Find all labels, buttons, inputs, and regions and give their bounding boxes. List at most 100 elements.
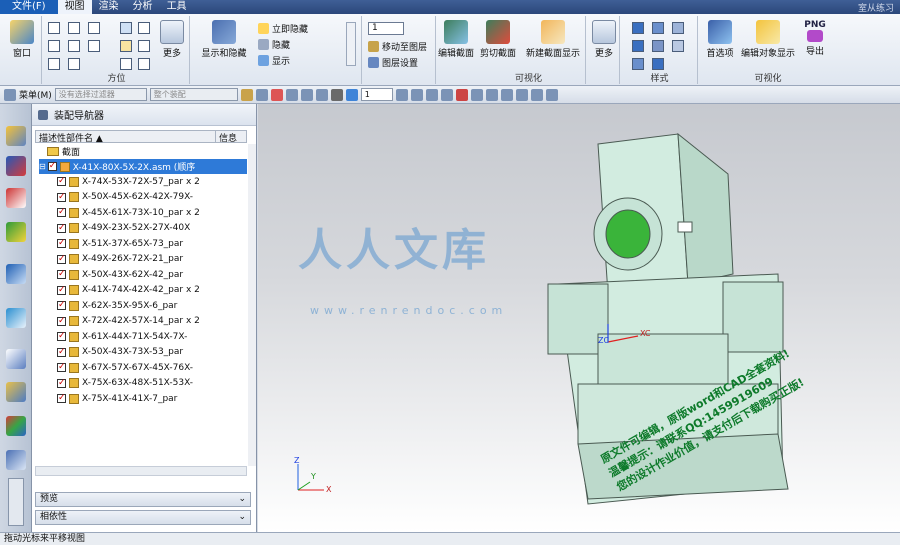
work-layer-icon[interactable] bbox=[500, 88, 513, 101]
shaded-icon[interactable] bbox=[632, 22, 644, 34]
graphics-viewport[interactable]: XC ZC X Y Z 人人文库 www.renrendoc.com 原文件可编… bbox=[258, 104, 900, 532]
part-checkbox[interactable]: ✓ bbox=[57, 254, 66, 264]
view-top-icon[interactable] bbox=[68, 22, 80, 34]
face-analysis-icon[interactable] bbox=[672, 40, 684, 52]
hide-item[interactable]: 隐藏 bbox=[258, 38, 290, 51]
lasso-icon[interactable] bbox=[285, 88, 298, 101]
wcs-icon[interactable] bbox=[545, 88, 558, 101]
tree-horizontal-scrollbar[interactable] bbox=[35, 466, 247, 476]
select-rect-icon[interactable] bbox=[270, 88, 283, 101]
part-row[interactable]: ✓ X-61X-44X-71X-54X-7X- bbox=[57, 329, 187, 344]
show-only-icon[interactable] bbox=[530, 88, 543, 101]
select-mode-icon[interactable] bbox=[255, 88, 268, 101]
tree-vertical-scrollbar[interactable] bbox=[248, 144, 256, 466]
menu-tools[interactable]: 工具 bbox=[160, 0, 194, 14]
menu-analysis[interactable]: 分析 bbox=[126, 0, 160, 14]
layer-dropdown[interactable]: 1 bbox=[360, 88, 393, 101]
part-row[interactable]: ✓ X-49X-26X-72X-21_par bbox=[57, 252, 183, 267]
root-assembly-node[interactable]: ⊟ ✓ X-41X-80X-5X-2X.asm (顺序 bbox=[39, 159, 247, 174]
window-button[interactable]: 窗口 bbox=[6, 20, 38, 59]
part-checkbox[interactable]: ✓ bbox=[57, 239, 66, 248]
section-node[interactable]: 截面 bbox=[47, 144, 80, 159]
studio-icon[interactable] bbox=[652, 40, 664, 52]
part-row[interactable]: ✓ X-41X-74X-42X-42_par x 2 bbox=[57, 283, 200, 298]
dependency-panel[interactable]: 相依性 ⌄ bbox=[35, 510, 251, 525]
edit-section-button[interactable]: 编辑截面 bbox=[436, 20, 476, 59]
perspective-icon[interactable] bbox=[440, 88, 453, 101]
chain-icon[interactable] bbox=[315, 88, 328, 101]
zoom-window-icon[interactable] bbox=[410, 88, 423, 101]
zoom-icon[interactable] bbox=[120, 40, 132, 52]
system-materials-icon[interactable] bbox=[6, 382, 26, 402]
cube-icon[interactable] bbox=[345, 88, 358, 101]
static-wire-icon[interactable] bbox=[652, 58, 664, 70]
menu-view[interactable]: 视图 bbox=[57, 0, 92, 14]
shaded-edges-icon[interactable] bbox=[652, 22, 664, 34]
rotate-view-icon[interactable] bbox=[425, 88, 438, 101]
export-button[interactable]: PNG 导出 bbox=[798, 20, 832, 57]
part-row[interactable]: ✓ X-50X-43X-62X-42_par bbox=[57, 267, 183, 282]
deselect-icon[interactable] bbox=[300, 88, 313, 101]
part-row[interactable]: ✓ X-62X-35X-95X-6_par bbox=[57, 298, 177, 313]
part-row[interactable]: ✓ X-49X-23X-52X-27X-40X bbox=[57, 221, 190, 236]
rotate-icon[interactable] bbox=[120, 58, 132, 70]
partial-shade-icon[interactable] bbox=[632, 58, 644, 70]
constraint-navigator-tab-icon[interactable] bbox=[6, 156, 26, 176]
part-row[interactable]: ✓ X-74X-53X-72X-57_par x 2 bbox=[57, 174, 200, 189]
part-checkbox[interactable]: ✓ bbox=[57, 301, 66, 310]
pan-icon[interactable] bbox=[138, 22, 150, 34]
part-row[interactable]: ✓ X-51X-37X-65X-73_par bbox=[57, 236, 183, 251]
part-checkbox[interactable]: ✓ bbox=[57, 208, 66, 217]
restore-icon[interactable] bbox=[138, 58, 150, 70]
layer-settings-item[interactable]: 图层设置 bbox=[368, 56, 418, 69]
assembly-navigator-tab-icon[interactable] bbox=[6, 126, 26, 146]
hidden-edges-icon[interactable] bbox=[632, 40, 644, 52]
clip-section-button[interactable]: 剪切截面 bbox=[478, 20, 518, 59]
fit-view-icon[interactable] bbox=[395, 88, 408, 101]
more2-button[interactable]: 更多 bbox=[590, 20, 618, 59]
edit-display-button[interactable]: 编辑对象显示 bbox=[740, 20, 796, 59]
part-row[interactable]: ✓ X-67X-57X-67X-45X-76X- bbox=[57, 360, 193, 375]
orient-view-icon[interactable] bbox=[515, 88, 528, 101]
roles-icon[interactable] bbox=[6, 450, 26, 470]
part-navigator-tab-icon[interactable] bbox=[6, 188, 26, 208]
wireframe-icon[interactable] bbox=[672, 22, 684, 34]
part-checkbox[interactable]: ✓ bbox=[57, 192, 66, 202]
part-row[interactable]: ✓ X-50X-45X-62X-42X-79X- bbox=[57, 190, 193, 205]
hide-now-item[interactable]: 立即隐藏 bbox=[258, 22, 308, 35]
history-tab-icon[interactable] bbox=[6, 308, 26, 328]
root-checkbox[interactable]: ✓ bbox=[47, 162, 57, 171]
filter-select[interactable]: 没有选择过滤器 bbox=[54, 88, 147, 101]
part-checkbox[interactable]: ✓ bbox=[57, 363, 66, 372]
part-row[interactable]: ✓ X-75X-63X-48X-51X-53X- bbox=[57, 376, 193, 391]
new-section-button[interactable]: 新建截面显示 bbox=[522, 20, 584, 59]
view-front-icon[interactable] bbox=[48, 22, 60, 34]
part-row[interactable]: ✓ X-45X-61X-73X-10_par x 2 bbox=[57, 205, 200, 220]
snap-point-icon[interactable] bbox=[240, 88, 253, 101]
part-checkbox[interactable]: ✓ bbox=[57, 285, 66, 295]
view-trimetric-icon[interactable] bbox=[68, 58, 80, 70]
preferences-button[interactable]: 首选项 bbox=[702, 20, 738, 59]
background-icon[interactable] bbox=[485, 88, 498, 101]
show-options-scroll[interactable] bbox=[346, 22, 356, 66]
file-menu[interactable]: 文件(F) bbox=[0, 0, 58, 14]
part-checkbox[interactable]: ✓ bbox=[57, 316, 66, 326]
col-info-header[interactable]: 信息 bbox=[216, 131, 237, 144]
clock-icon[interactable] bbox=[6, 349, 26, 369]
view-right-icon[interactable] bbox=[68, 40, 80, 52]
sidebar-scroll[interactable] bbox=[8, 478, 24, 526]
part-checkbox[interactable]: ✓ bbox=[57, 332, 66, 341]
show-hide-button[interactable]: 显示和隐藏 bbox=[198, 20, 250, 59]
render-style-icon[interactable] bbox=[470, 88, 483, 101]
part-row[interactable]: ✓ X-72X-42X-57X-14_par x 2 bbox=[57, 314, 200, 329]
view-bottom-icon[interactable] bbox=[48, 58, 60, 70]
pin-icon[interactable] bbox=[38, 109, 48, 120]
fit-icon[interactable] bbox=[120, 22, 132, 34]
part-row[interactable]: ✓ X-75X-41X-41X-7_par bbox=[57, 391, 177, 406]
part-checkbox[interactable]: ✓ bbox=[57, 394, 66, 403]
preview-panel[interactable]: 预览 ⌄ bbox=[35, 492, 251, 507]
web-browser-tab-icon[interactable] bbox=[6, 264, 26, 284]
col-name-header[interactable]: 描述性部件名 ▲ bbox=[36, 131, 216, 144]
view-left-icon[interactable] bbox=[48, 40, 60, 52]
part-checkbox[interactable]: ✓ bbox=[57, 347, 66, 357]
